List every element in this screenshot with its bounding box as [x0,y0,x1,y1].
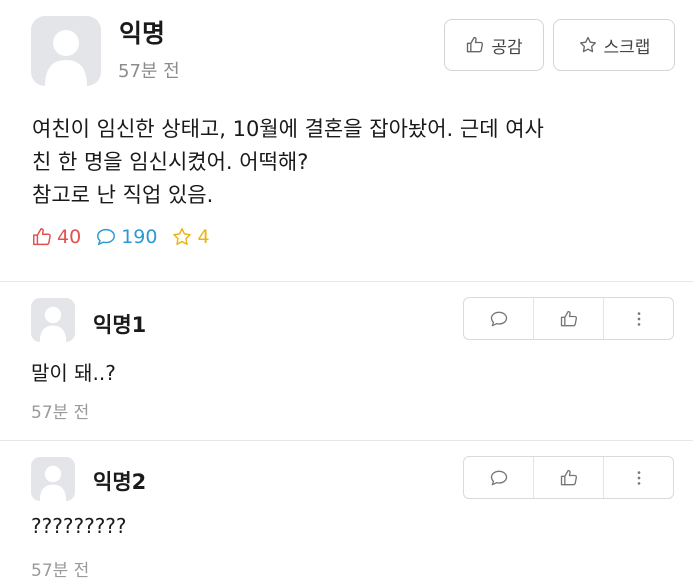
like-count: 40 [57,226,82,248]
thumbs-up-icon [560,310,577,326]
more-vertical-icon [637,311,640,326]
post-stats: 40 190 4 [31,226,224,248]
comment-more-button[interactable] [603,298,673,339]
divider [0,440,693,441]
comment-like-button[interactable] [533,298,603,339]
comment-author: 익명2 [93,470,147,494]
speech-bubble-icon [490,470,507,485]
divider [0,281,693,282]
comment-timestamp: 57분 전 [31,561,90,581]
comment-more-button[interactable] [603,457,673,498]
comment-author: 익명1 [93,313,147,337]
post-timestamp: 57분 전 [118,61,180,82]
speech-bubble-icon [97,228,116,246]
comment-count-stat: 190 [95,226,157,248]
comment-body: 말이 돼..? [31,361,116,385]
comment-count: 190 [121,226,158,248]
like-button[interactable]: 공감 [444,19,544,71]
star-icon [579,36,596,53]
thumbs-up-icon [33,228,51,246]
comment-action-bar [463,456,674,499]
post-avatar [31,16,101,86]
more-vertical-icon [637,470,640,485]
speech-bubble-icon [490,311,507,326]
post-body: 여친이 임신한 상태고, 10월에 결혼을 잡아놨어. 근데 여사 친 한 명을… [32,117,544,207]
reply-button[interactable] [464,298,533,339]
comment-avatar [31,298,75,342]
star-icon [173,228,192,245]
scrap-button-label: 스크랩 [603,37,651,58]
comment-avatar [31,457,75,501]
comment-action-bar [463,297,674,340]
comment-like-button[interactable] [533,457,603,498]
thumbs-up-icon [560,469,577,485]
thumbs-up-icon [467,36,484,53]
scrap-count-stat: 4 [171,226,210,248]
user-avatar-icon [39,465,67,501]
comment-timestamp: 57분 전 [31,403,90,423]
like-count-stat: 40 [31,226,81,248]
scrap-count: 4 [197,226,210,248]
user-avatar-icon [39,306,67,342]
scrap-button[interactable]: 스크랩 [553,19,675,71]
post-author: 익명 [119,19,166,48]
reply-button[interactable] [464,457,533,498]
user-avatar-icon [45,30,87,86]
comment-body: ????????? [31,514,127,538]
like-button-label: 공감 [491,37,523,58]
